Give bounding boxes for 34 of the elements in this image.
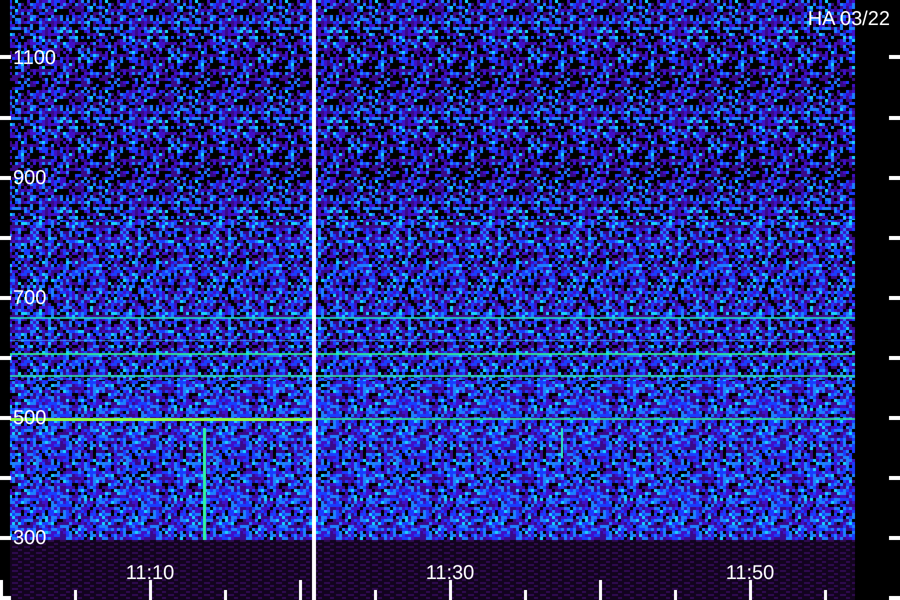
axis-tick bbox=[0, 356, 11, 360]
axis-label: 11:30 bbox=[426, 562, 474, 584]
axis-tick bbox=[674, 590, 677, 600]
axis-tick bbox=[599, 580, 602, 600]
axis-tick bbox=[889, 55, 900, 59]
axis-tick bbox=[449, 580, 452, 600]
axis-tick bbox=[749, 580, 752, 600]
axis-tick bbox=[524, 590, 527, 600]
axis-tick bbox=[889, 536, 900, 540]
axis-tick bbox=[224, 590, 227, 600]
axis-tick bbox=[0, 296, 11, 300]
axis-label: 11:50 bbox=[726, 562, 774, 584]
axis-tick bbox=[889, 596, 900, 600]
axis-tick bbox=[299, 580, 302, 600]
axis-tick bbox=[889, 416, 900, 420]
axis-tick bbox=[889, 476, 900, 480]
axis-label: 500 bbox=[13, 407, 46, 429]
axis-tick bbox=[889, 116, 900, 120]
axis-tick bbox=[149, 580, 152, 600]
axis-tick bbox=[0, 416, 11, 420]
axis-tick bbox=[0, 116, 11, 120]
axis-tick bbox=[0, 55, 11, 59]
axis-tick bbox=[824, 590, 827, 600]
axis-tick bbox=[889, 176, 900, 180]
axis-tick bbox=[74, 590, 77, 600]
axis-label: 11:10 bbox=[126, 562, 174, 584]
axis-tick bbox=[0, 236, 11, 240]
axis-tick bbox=[889, 236, 900, 240]
axis-tick bbox=[374, 590, 377, 600]
axis-tick bbox=[0, 176, 11, 180]
axis-tick bbox=[889, 356, 900, 360]
axis-tick bbox=[0, 476, 11, 480]
axis-tick bbox=[889, 296, 900, 300]
axis-tick bbox=[0, 536, 11, 540]
